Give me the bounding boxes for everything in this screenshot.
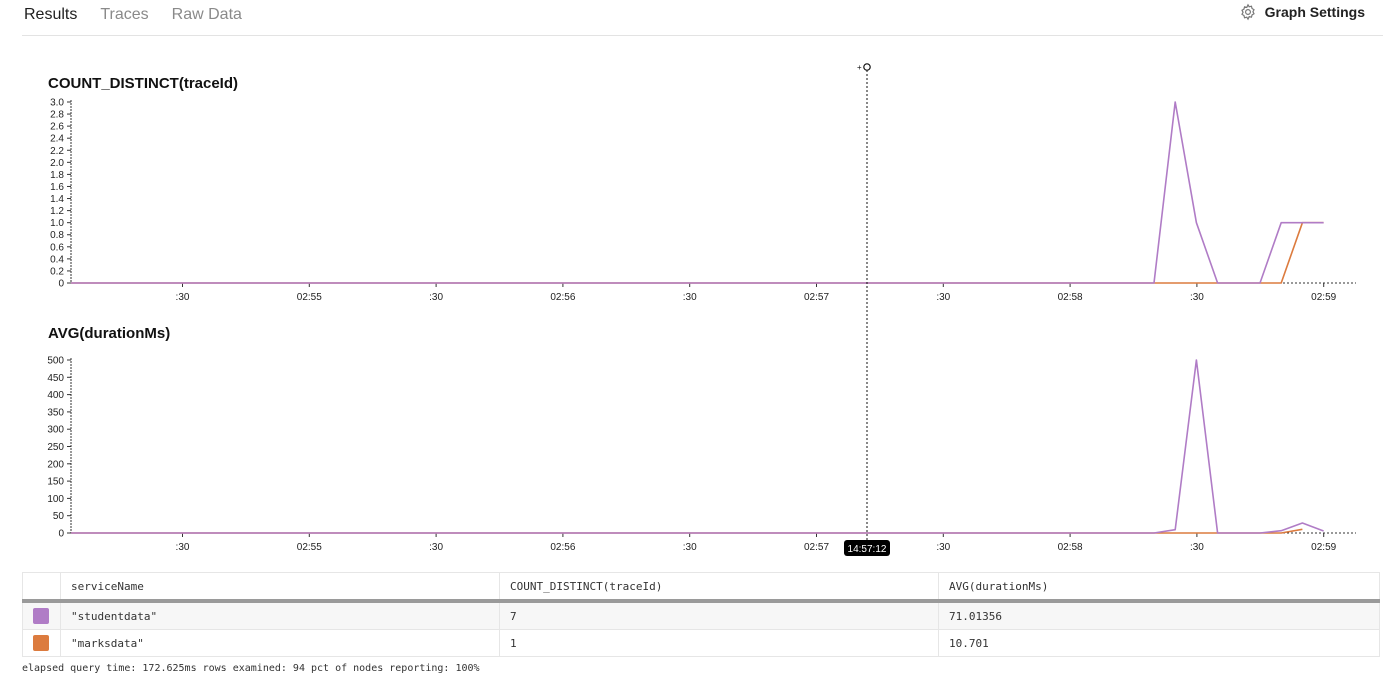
results-table: serviceName COUNT_DISTINCT(traceId) AVG(…: [22, 572, 1380, 657]
column-header-count-distinct[interactable]: COUNT_DISTINCT(traceId): [499, 572, 939, 603]
x-tick-label: :30: [429, 542, 443, 553]
y-tick-label: 50: [53, 511, 65, 522]
x-tick-label: 02:59: [1311, 542, 1336, 553]
x-tick-label: 02:57: [804, 292, 829, 303]
marker-circle: [863, 63, 871, 71]
x-tick-label: 02:57: [804, 542, 829, 553]
y-tick-label: 300: [47, 425, 64, 436]
series-color-swatch[interactable]: [33, 635, 49, 651]
x-tick-label: :30: [936, 292, 950, 303]
y-tick-label: 500: [47, 356, 64, 367]
y-tick-label: 250: [47, 442, 64, 453]
chart-title: COUNT_DISTINCT(traceId): [48, 75, 238, 92]
y-tick-label: 1.2: [50, 206, 64, 217]
x-tick-label: :30: [176, 292, 190, 303]
x-tick-label: 02:55: [297, 292, 322, 303]
x-tick-label: 02:55: [297, 542, 322, 553]
column-header-avg-duration[interactable]: AVG(durationMs): [938, 572, 1380, 603]
y-tick-label: 150: [47, 477, 64, 488]
y-tick-label: 0.2: [50, 266, 64, 277]
x-tick-label: 02:58: [1058, 292, 1083, 303]
series-line-studentdata: [71, 359, 1324, 534]
y-tick-label: 450: [47, 373, 64, 384]
x-tick-label: :30: [176, 542, 190, 553]
marker-plus: +: [857, 63, 862, 72]
y-tick-label: 1.4: [50, 194, 64, 205]
y-tick-label: 0.4: [50, 254, 64, 265]
y-tick-label: 0: [58, 529, 64, 540]
cell-servicename: "studentdata": [60, 600, 500, 630]
x-tick-label: 02:59: [1311, 292, 1336, 303]
x-tick-label: :30: [683, 542, 697, 553]
x-tick-label: :30: [683, 292, 697, 303]
x-tick-label: 02:56: [550, 542, 575, 553]
query-stats-footer: elapsed query time: 172.625ms rows exami…: [22, 663, 480, 674]
swatch-header: [22, 572, 61, 603]
y-tick-label: 0.8: [50, 230, 64, 241]
y-tick-label: 2.2: [50, 146, 64, 157]
chart-title: AVG(durationMs): [48, 325, 170, 342]
series-line-marksdata: [71, 221, 1324, 284]
y-tick-label: 2.4: [50, 134, 64, 145]
crosshair-time-badge: 14:57:12: [844, 540, 890, 556]
y-tick-label: 350: [47, 407, 64, 418]
table-row[interactable]: "marksdata" 1 10.701: [22, 629, 1380, 657]
add-marker-icon[interactable]: +: [857, 63, 871, 72]
x-tick-label: 02:56: [550, 292, 575, 303]
y-tick-label: 100: [47, 494, 64, 505]
series-color-swatch[interactable]: [33, 608, 49, 624]
time-badge-label: 14:57:12: [848, 544, 887, 555]
x-tick-label: :30: [429, 292, 443, 303]
x-tick-label: 02:58: [1058, 542, 1083, 553]
x-tick-label: :30: [1190, 542, 1204, 553]
cell-avg-duration: 10.701: [938, 629, 1380, 657]
y-tick-label: 2.8: [50, 110, 64, 121]
y-tick-label: 1.8: [50, 170, 64, 181]
charts-area[interactable]: COUNT_DISTINCT(traceId)00.20.40.60.81.01…: [0, 0, 1397, 565]
y-tick-label: 0: [58, 279, 64, 290]
y-tick-label: 200: [47, 459, 64, 470]
y-tick-label: 1.6: [50, 182, 64, 193]
series-line-studentdata: [71, 101, 1324, 284]
y-tick-label: 400: [47, 390, 64, 401]
cell-avg-duration: 71.01356: [938, 600, 1380, 630]
x-tick-label: :30: [1190, 292, 1204, 303]
cell-servicename: "marksdata": [60, 629, 500, 657]
column-header-servicename[interactable]: serviceName: [60, 572, 500, 603]
y-tick-label: 1.0: [50, 218, 64, 229]
cell-count-distinct: 7: [499, 600, 939, 630]
y-tick-label: 3.0: [50, 98, 64, 109]
y-tick-label: 0.6: [50, 242, 64, 253]
x-tick-label: :30: [936, 542, 950, 553]
table-header-row: serviceName COUNT_DISTINCT(traceId) AVG(…: [22, 572, 1380, 603]
y-tick-label: 2.6: [50, 122, 64, 133]
table-row[interactable]: "studentdata" 7 71.01356: [22, 600, 1380, 630]
cell-count-distinct: 1: [499, 629, 939, 657]
y-tick-label: 2.0: [50, 158, 64, 169]
